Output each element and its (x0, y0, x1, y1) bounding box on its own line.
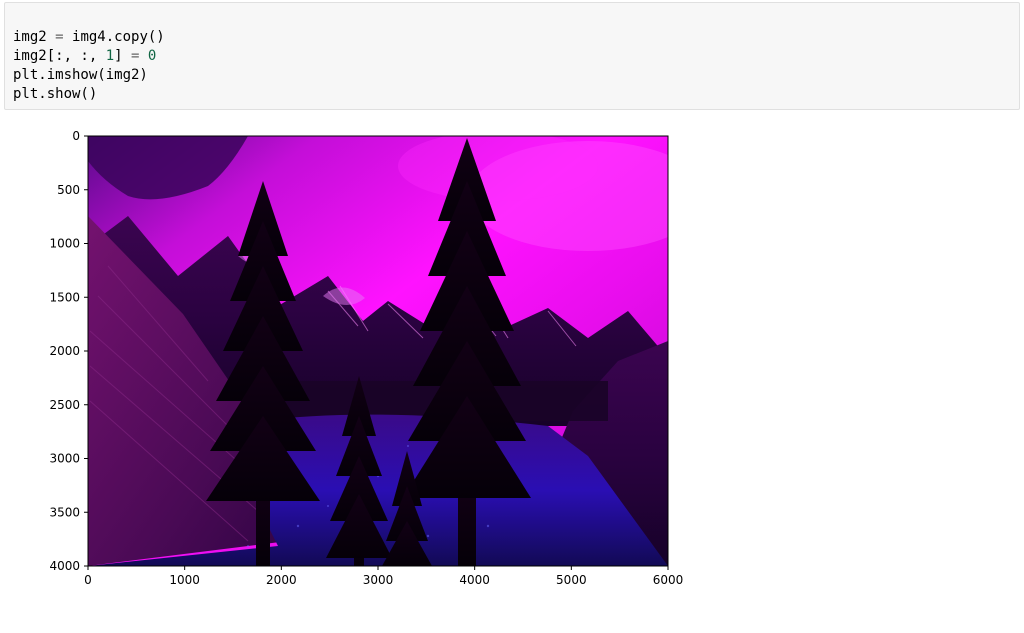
xtick-label: 0 (84, 573, 92, 587)
plot-image (88, 131, 708, 566)
output-area: 0 500 1000 1500 2000 2500 3000 3500 4000 (28, 126, 728, 616)
ytick-label: 4000 (49, 559, 80, 573)
notebook-page: img2 = img4.copy() img2[:, :, 1] = 0 plt… (0, 2, 1024, 633)
code-line-1: img2 = img4.copy() (13, 29, 165, 45)
ytick-label: 3500 (49, 506, 80, 520)
y-axis: 0 500 1000 1500 2000 2500 3000 3500 4000 (49, 129, 88, 573)
xtick-label: 2000 (266, 573, 297, 587)
ytick-label: 0 (72, 129, 80, 143)
code-line-3: plt.imshow(img2) (13, 67, 148, 83)
xtick-label: 6000 (653, 573, 684, 587)
xtick-label: 3000 (363, 573, 394, 587)
code-cell[interactable]: img2 = img4.copy() img2[:, :, 1] = 0 plt… (4, 2, 1020, 110)
ytick-label: 2500 (49, 398, 80, 412)
code-line-2: img2[:, :, 1] = 0 (13, 48, 156, 64)
xtick-label: 4000 (459, 573, 490, 587)
x-axis: 0 1000 2000 3000 4000 5000 6000 (84, 566, 683, 587)
ytick-label: 500 (57, 183, 80, 197)
ytick-label: 1000 (49, 237, 80, 251)
matplotlib-figure: 0 500 1000 1500 2000 2500 3000 3500 4000 (28, 126, 728, 616)
plot-svg: 0 500 1000 1500 2000 2500 3000 3500 4000 (28, 126, 708, 616)
ytick-label: 2000 (49, 344, 80, 358)
xtick-label: 1000 (169, 573, 200, 587)
ytick-label: 1500 (49, 291, 80, 305)
xtick-label: 5000 (556, 573, 587, 587)
ytick-label: 3000 (49, 452, 80, 466)
code-line-4: plt.show() (13, 86, 97, 102)
